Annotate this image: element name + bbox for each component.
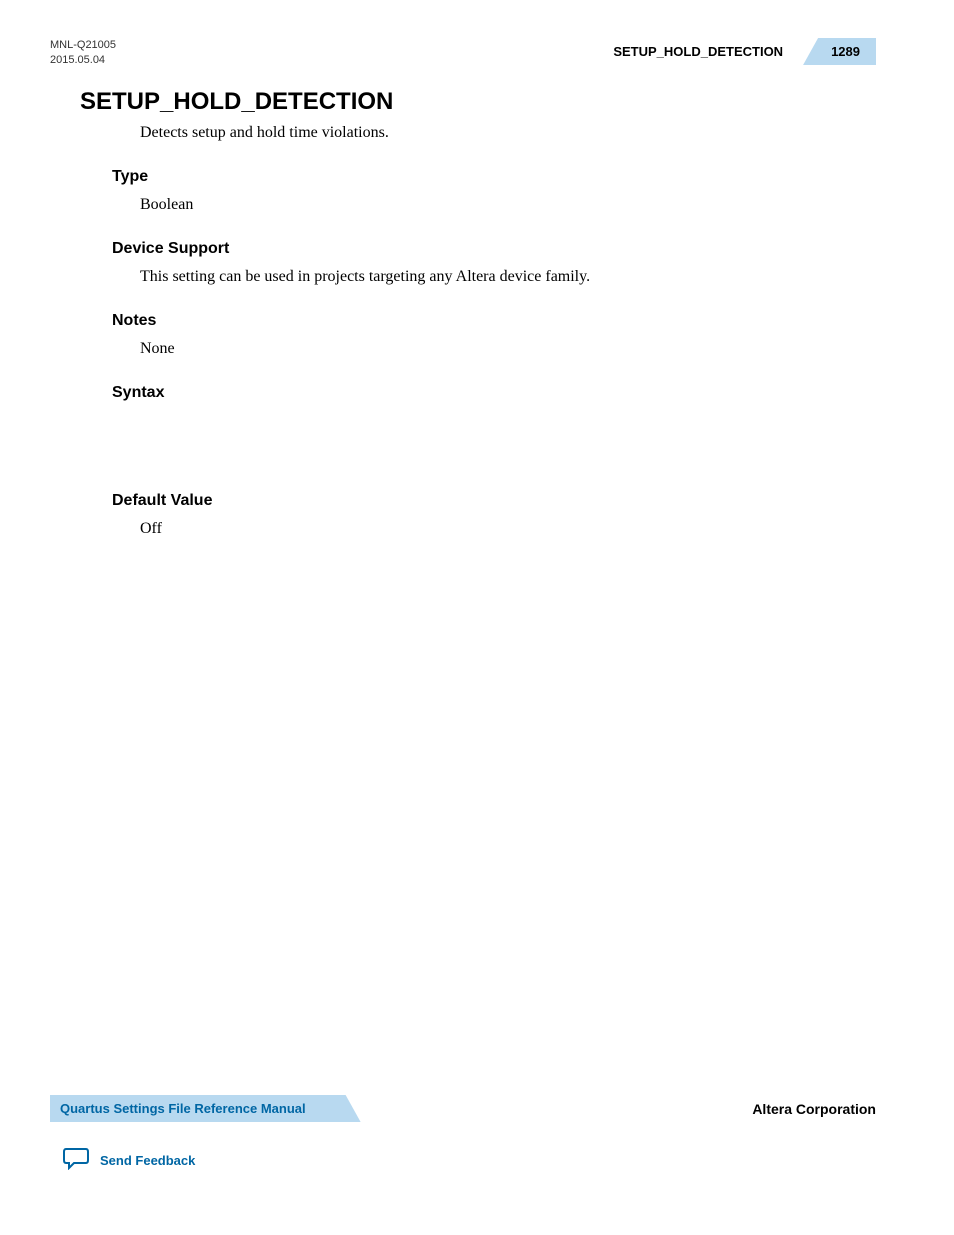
syntax-content: [80, 412, 876, 492]
device-support-heading: Device Support: [112, 240, 876, 258]
device-support-text: This setting can be used in projects tar…: [140, 268, 876, 286]
footer-bar: Quartus Settings File Reference Manual A…: [50, 1095, 876, 1122]
header-section-title: SETUP_HOLD_DETECTION: [613, 44, 803, 59]
syntax-heading: Syntax: [112, 384, 876, 402]
doc-date: 2015.05.04: [50, 53, 116, 68]
main-heading: SETUP_HOLD_DETECTION: [80, 88, 876, 116]
speech-bubble-icon: [62, 1146, 90, 1175]
manual-title-badge[interactable]: Quartus Settings File Reference Manual: [50, 1095, 361, 1122]
header-right: SETUP_HOLD_DETECTION 1289: [613, 38, 876, 65]
main-description: Detects setup and hold time violations.: [140, 124, 876, 142]
default-value-text: Off: [140, 520, 876, 538]
page-header: MNL-Q21005 2015.05.04 SETUP_HOLD_DETECTI…: [50, 38, 876, 69]
notes-text: None: [140, 340, 876, 358]
company-name: Altera Corporation: [752, 1101, 876, 1117]
type-text: Boolean: [140, 196, 876, 214]
page-footer: Quartus Settings File Reference Manual A…: [50, 1095, 876, 1175]
doc-info: MNL-Q21005 2015.05.04: [50, 38, 116, 69]
manual-title: Quartus Settings File Reference Manual: [60, 1101, 306, 1116]
main-content: SETUP_HOLD_DETECTION Detects setup and h…: [80, 88, 876, 564]
default-value-heading: Default Value: [112, 492, 876, 510]
feedback-label: Send Feedback: [100, 1153, 195, 1168]
doc-id: MNL-Q21005: [50, 38, 116, 53]
send-feedback-link[interactable]: Send Feedback: [62, 1146, 876, 1175]
notes-heading: Notes: [112, 312, 876, 330]
page-number-badge: 1289: [803, 38, 876, 65]
type-heading: Type: [112, 168, 876, 186]
